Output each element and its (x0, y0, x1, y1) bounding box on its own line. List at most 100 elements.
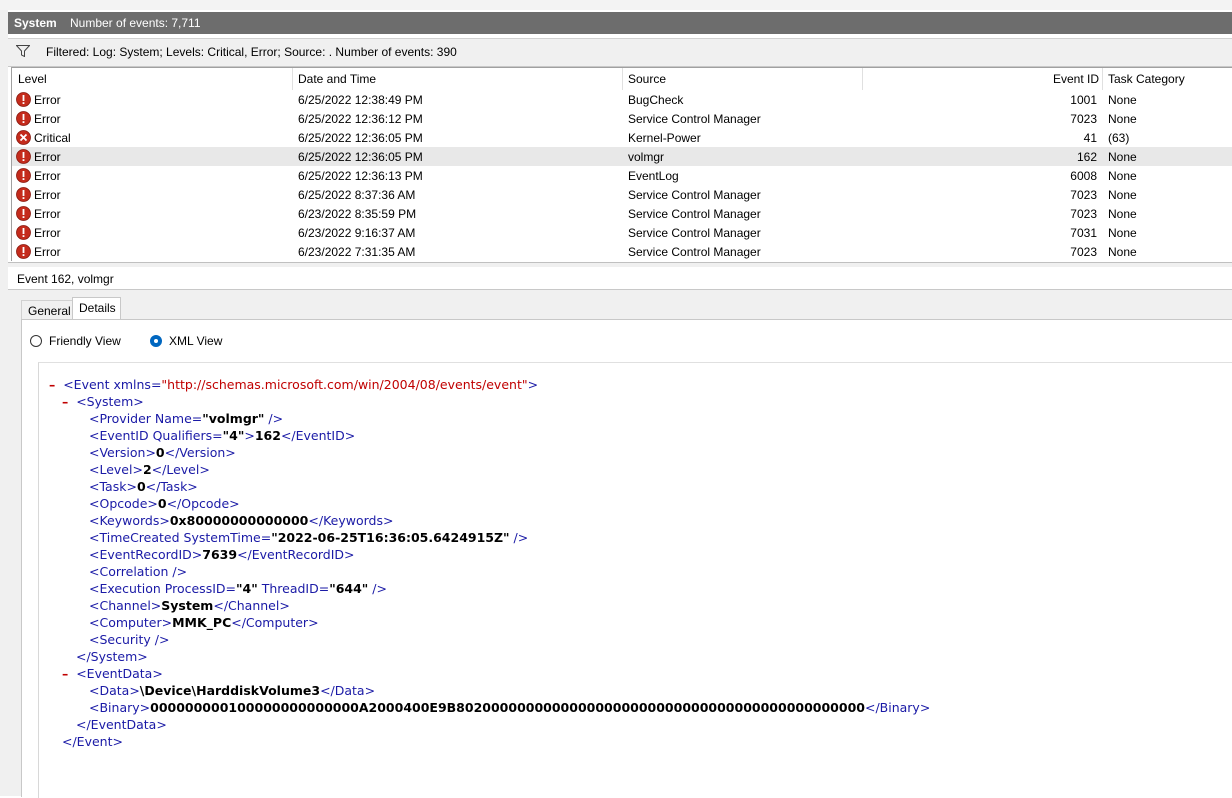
error-icon (16, 149, 31, 164)
cell-event-id: 7023 (1070, 188, 1097, 202)
cell-event-id: 7031 (1070, 226, 1097, 240)
table-row[interactable]: Critical 6/25/2022 12:36:05 PM Kernel-Powe… (12, 128, 1232, 147)
cell-task-category: None (1108, 226, 1137, 240)
cell-level: Error (34, 245, 61, 259)
column-divider[interactable] (1102, 68, 1103, 90)
cell-level: Error (34, 226, 61, 240)
cell-date: 6/25/2022 8:37:36 AM (298, 188, 416, 202)
error-icon (16, 244, 31, 259)
cell-source: Service Control Manager (628, 207, 761, 221)
xml-recordid-line: <EventRecordID>7639</EventRecordID> (89, 547, 355, 562)
cell-event-id: 162 (1076, 150, 1097, 164)
log-name: System (14, 16, 57, 30)
filter-icon (16, 45, 30, 57)
cell-task-category: (63) (1108, 131, 1130, 145)
cell-date: 6/25/2022 12:38:49 PM (298, 93, 423, 107)
cell-date: 6/23/2022 8:35:59 PM (298, 207, 417, 221)
event-count: Number of events: 7,711 (70, 16, 201, 30)
xml-timecreated-line: <TimeCreated SystemTime="2022-06-25T16:3… (89, 530, 529, 545)
table-header: Level Date and Time Source Event ID Task… (12, 68, 1232, 90)
error-icon (16, 168, 31, 183)
cell-task-category: None (1108, 150, 1137, 164)
xml-channel-line: <Channel>System</Channel> (89, 598, 290, 613)
left-strip (0, 10, 8, 796)
xml-task-line: <Task>0</Task> (89, 479, 198, 494)
cell-date: 6/23/2022 7:31:35 AM (298, 245, 416, 259)
events-table: Level Date and Time Source Event ID Task… (11, 67, 1232, 261)
table-row[interactable]: Error 6/23/2022 7:31:35 AM Service Control… (12, 242, 1232, 261)
column-header-task-category[interactable]: Task Category (1108, 72, 1185, 86)
column-divider[interactable] (622, 68, 623, 90)
xml-eventdata-line: – <EventData> (62, 666, 163, 681)
event-detail-title: Event 162, volmgr (17, 272, 114, 286)
error-icon (16, 92, 31, 107)
table-row[interactable]: Error 6/25/2022 12:36:12 PM Service Contro… (12, 109, 1232, 128)
details-tab-body: Friendly View XML View – <Event xmlns="h… (21, 319, 1232, 798)
xml-view[interactable]: – <Event xmlns="http://schemas.microsoft… (38, 362, 1232, 798)
xml-opcode-line: <Opcode>0</Opcode> (89, 496, 240, 511)
column-header-event-id[interactable]: Event ID (1053, 72, 1099, 86)
xml-event-close-line: </Event> (62, 734, 123, 749)
collapse-toggle[interactable]: – (62, 666, 68, 681)
cell-source: Service Control Manager (628, 188, 761, 202)
filter-text: Filtered: Log: System; Levels: Critical,… (46, 45, 457, 59)
cell-event-id: 6008 (1070, 169, 1097, 183)
log-title-bar: System Number of events: 7,711 (8, 12, 1232, 34)
xml-eventdata-close-line: </EventData> (76, 717, 167, 732)
table-row[interactable]: Error 6/23/2022 8:35:59 PM Service Control… (12, 204, 1232, 223)
cell-source: Service Control Manager (628, 226, 761, 240)
collapse-toggle[interactable]: – (49, 377, 55, 392)
cell-source: volmgr (628, 150, 665, 164)
xml-computer-line: <Computer>MMK_PC</Computer> (89, 615, 319, 630)
table-row[interactable]: Error 6/23/2022 9:16:37 AM Service Control… (12, 223, 1232, 242)
cell-level: Critical (34, 131, 71, 145)
cell-event-id: 7023 (1070, 245, 1097, 259)
cell-date: 6/23/2022 9:16:37 AM (298, 226, 416, 240)
cell-task-category: None (1108, 169, 1137, 183)
filter-bar: Filtered: Log: System; Levels: Critical,… (8, 38, 1232, 67)
column-header-date[interactable]: Date and Time (298, 72, 376, 86)
xml-level-line: <Level>2</Level> (89, 462, 210, 477)
cell-source: Kernel-Power (628, 131, 701, 145)
cell-task-category: None (1108, 245, 1137, 259)
error-icon (16, 187, 31, 202)
collapse-toggle[interactable]: – (62, 394, 68, 409)
xml-view-label: XML View (169, 334, 223, 348)
tab-general[interactable]: General (21, 300, 73, 321)
table-row[interactable]: Error 6/25/2022 12:36:05 PM volmgr 162 None (12, 147, 1232, 166)
cell-event-id: 7023 (1070, 207, 1097, 221)
table-row[interactable]: Error 6/25/2022 8:37:36 AM Service Control… (12, 185, 1232, 204)
cell-event-id: 1001 (1070, 93, 1097, 107)
radio-button-icon (30, 335, 42, 347)
friendly-view-label: Friendly View (49, 334, 121, 348)
xml-eventid-line: <EventID Qualifiers="4">162</EventID> (89, 428, 356, 443)
column-header-level[interactable]: Level (18, 72, 47, 86)
critical-icon (16, 130, 31, 145)
xml-version-line: <Version>0</Version> (89, 445, 236, 460)
xml-correlation-line: <Correlation /> (89, 564, 188, 579)
cell-date: 6/25/2022 12:36:05 PM (298, 150, 423, 164)
column-divider[interactable] (862, 68, 863, 90)
cell-level: Error (34, 93, 61, 107)
cell-event-id: 41 (1083, 131, 1097, 145)
column-header-source[interactable]: Source (628, 72, 666, 86)
cell-source: Service Control Manager (628, 112, 761, 126)
xml-event-line: – <Event xmlns="http://schemas.microsoft… (49, 377, 539, 392)
xml-execution-line: <Execution ProcessID="4" ThreadID="644" … (89, 581, 387, 596)
cell-task-category: None (1108, 207, 1137, 221)
cell-level: Error (34, 207, 61, 221)
cell-task-category: None (1108, 93, 1137, 107)
tab-details[interactable]: Details (72, 297, 121, 320)
table-row[interactable]: Error 6/25/2022 12:38:49 PM BugCheck 1001 No… (12, 90, 1232, 109)
cell-level: Error (34, 188, 61, 202)
table-row[interactable]: Error 6/25/2022 12:36:13 PM EventLog 6008 No… (12, 166, 1232, 185)
error-icon (16, 111, 31, 126)
cell-date: 6/25/2022 12:36:13 PM (298, 169, 423, 183)
cell-level: Error (34, 150, 61, 164)
xml-binary-line: <Binary>000000000100000000000000A2000400… (89, 700, 931, 715)
top-strip (0, 0, 1232, 10)
cell-level: Error (34, 112, 61, 126)
xml-data-line: <Data>\Device\HarddiskVolume3</Data> (89, 683, 376, 698)
tab-details-label: Details (79, 301, 116, 315)
column-divider[interactable] (292, 68, 293, 90)
